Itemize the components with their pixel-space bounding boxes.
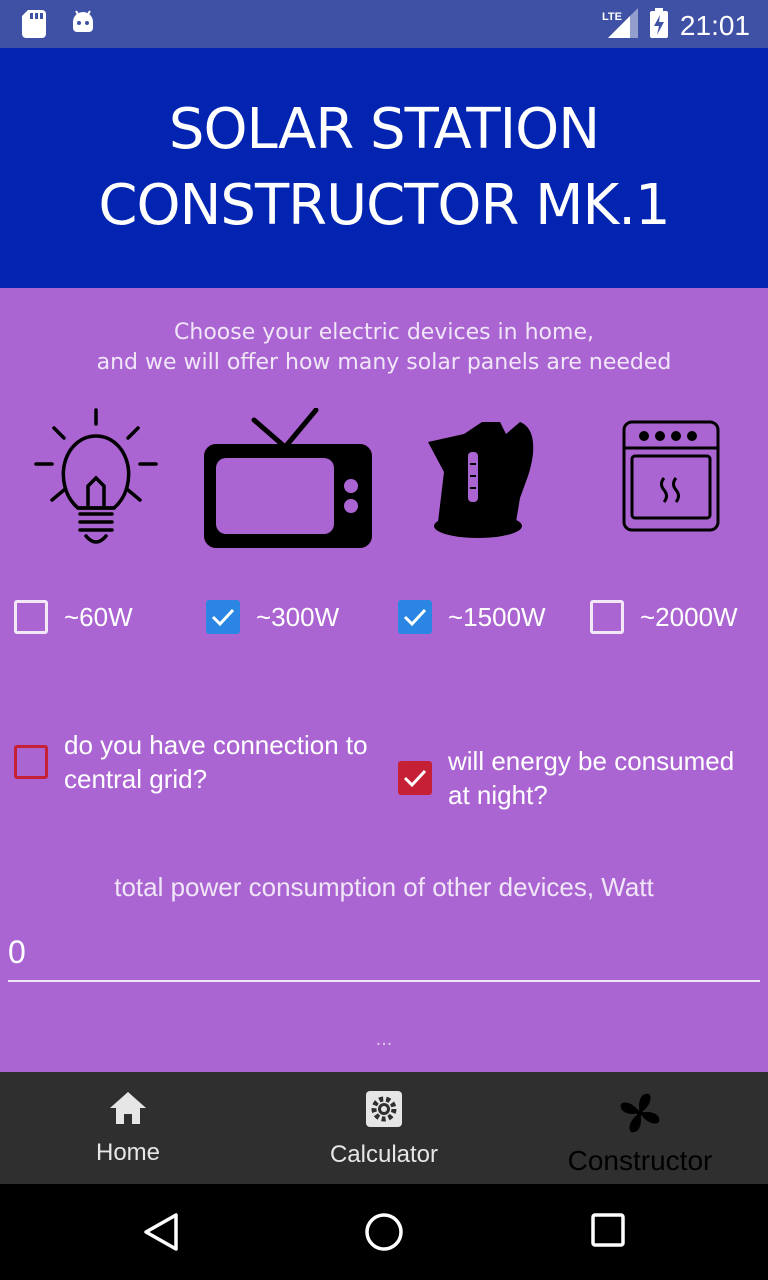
kettle-icon [424, 412, 536, 547]
checkmark-icon[interactable] [398, 600, 432, 634]
oven-icon [622, 420, 720, 537]
lte-signal-icon: LTE [602, 8, 638, 43]
device-300w-checkbox[interactable]: ~300W [206, 600, 339, 634]
status-time: 21:01 [679, 9, 750, 41]
app-title: SOLAR STATION CONSTRUCTOR MK.1 [98, 97, 670, 238]
fan-icon [617, 1090, 663, 1141]
intro-text: Choose your electric devices in home, an… [0, 318, 768, 378]
device-300w-label: ~300W [256, 601, 340, 632]
status-bar: LTE 21:01 [0, 0, 768, 48]
tv-icon [204, 407, 372, 553]
android-icon [70, 10, 96, 43]
checkmark-icon[interactable] [398, 761, 432, 795]
device-1500w-checkbox[interactable]: ~1500W [398, 600, 546, 634]
home-icon [108, 1090, 148, 1131]
night-consumption-checkbox[interactable]: will energy be consumed at night? [398, 744, 758, 812]
system-navigation-bar [0, 1184, 768, 1280]
nav-home-label: Home [95, 1139, 161, 1166]
night-consumption-label: will energy be consumed at night? [448, 746, 735, 810]
constructor-panel: Choose your electric devices in home, an… [0, 288, 768, 1072]
settings-icon [365, 1090, 403, 1133]
battery-charging-icon [649, 8, 668, 43]
app-header: SOLAR STATION CONSTRUCTOR MK.1 [0, 48, 768, 288]
device-2000w-checkbox[interactable]: ~2000W [590, 600, 738, 634]
unchecked-box-icon[interactable] [14, 600, 48, 634]
checkmark-icon[interactable] [206, 600, 240, 634]
back-icon[interactable] [142, 1212, 180, 1257]
intro-line-1: Choose your electric devices in home, [174, 320, 594, 345]
nav-constructor-label: Constructor [567, 1145, 713, 1176]
device-60w-checkbox[interactable]: ~60W [14, 600, 133, 634]
sd-card-icon [22, 10, 46, 43]
more-indicator: ... [375, 1028, 393, 1050]
nav-calculator[interactable]: Calculator [256, 1072, 512, 1184]
nav-constructor[interactable]: Constructor [512, 1072, 768, 1184]
nav-home[interactable]: Home [0, 1072, 256, 1184]
other-devices-power-input[interactable] [8, 924, 760, 982]
grid-connection-checkbox[interactable]: do you have connection to central grid? [14, 728, 374, 796]
unchecked-box-icon[interactable] [590, 600, 624, 634]
home-circle-icon[interactable] [364, 1212, 404, 1257]
intro-line-2: and we will offer how many solar panels … [96, 350, 672, 375]
device-1500w-label: ~1500W [448, 601, 546, 632]
device-2000w-label: ~2000W [640, 601, 738, 632]
recents-icon[interactable] [590, 1212, 626, 1253]
lightbulb-icon [34, 408, 158, 555]
device-60w-label: ~60W [64, 601, 133, 632]
other-devices-label: total power consumption of other devices… [114, 872, 654, 902]
nav-calculator-label: Calculator [329, 1141, 439, 1168]
unchecked-box-icon[interactable] [14, 745, 48, 779]
bottom-navigation: Home Calculator Constructor [0, 1072, 768, 1184]
grid-connection-label: do you have connection to central grid? [64, 730, 368, 794]
svg-text:LTE: LTE [602, 11, 622, 23]
